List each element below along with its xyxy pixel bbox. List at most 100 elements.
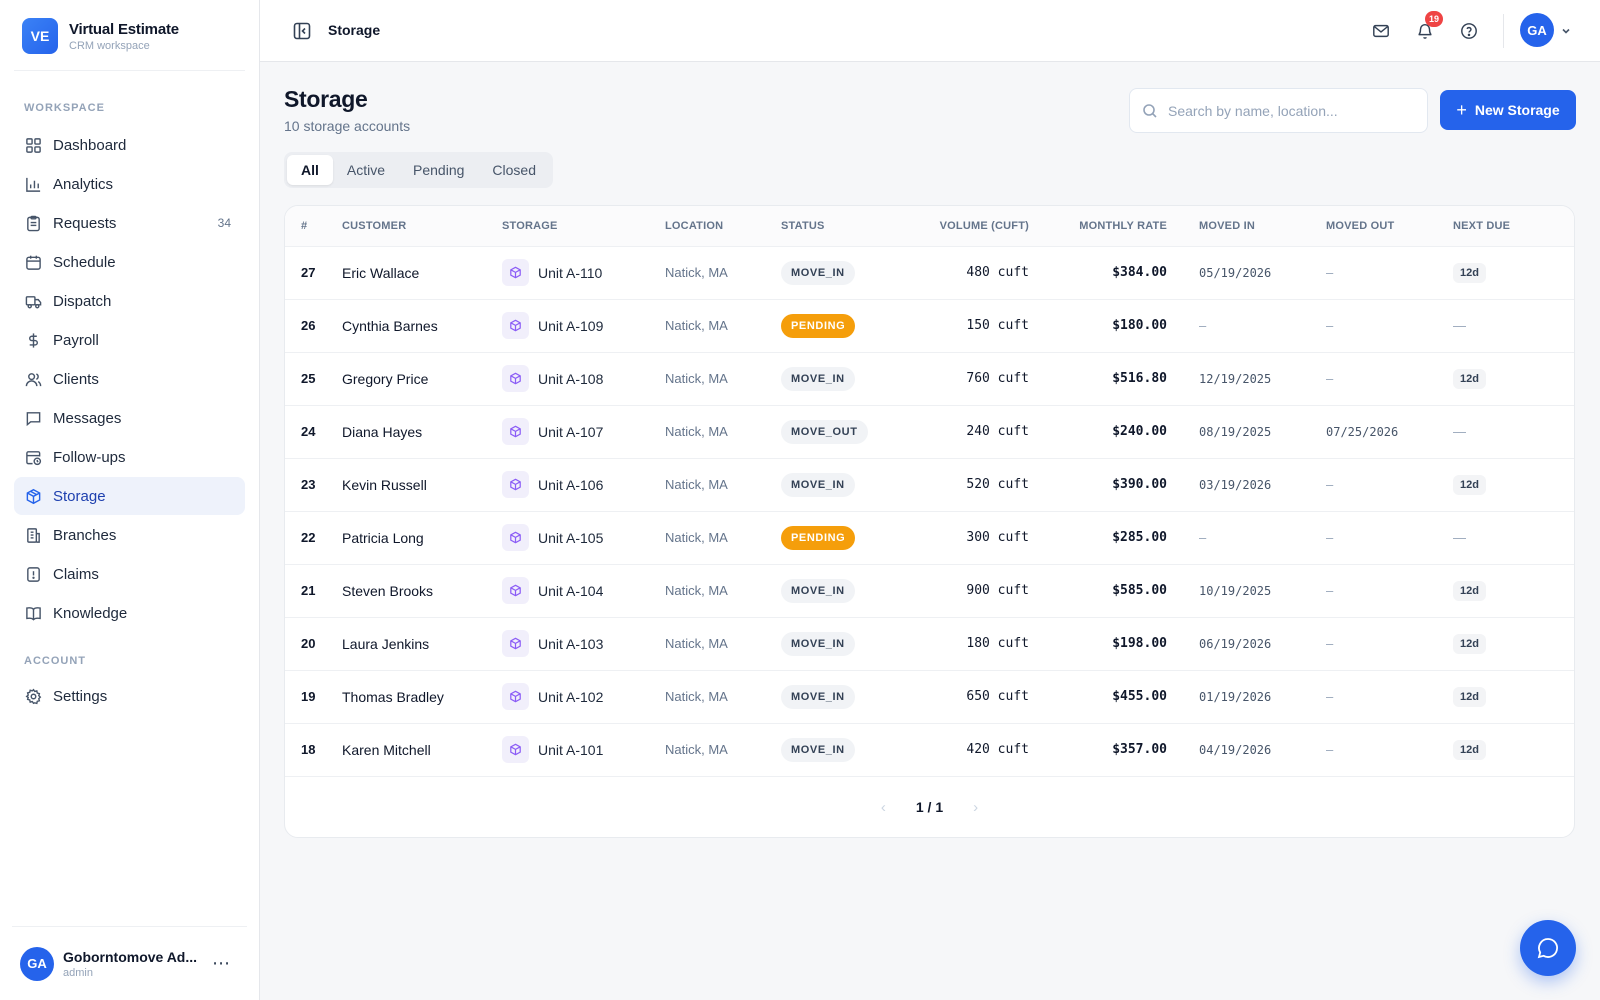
sidebar-account-nav: Settings (14, 677, 245, 716)
row-id: 24 (301, 424, 316, 439)
storage-unit-label: Unit A-107 (538, 423, 604, 440)
monthly-rate: $357.00 (1112, 742, 1167, 757)
mail-icon[interactable] (1370, 20, 1392, 42)
table-row[interactable]: 26 Cynthia Barnes Unit A-109 Natick, MA PEND… (285, 299, 1574, 352)
status-tabs: All Active Pending Closed (284, 152, 553, 188)
sidebar-item-claims[interactable]: Claims (14, 555, 245, 593)
sidebar-item-analytics[interactable]: Analytics (14, 165, 245, 203)
sidebar-item-label: Requests (53, 214, 117, 232)
more-icon[interactable]: ⋯ (212, 953, 231, 974)
table-row[interactable]: 21 Steven Brooks Unit A-104 Natick, MA MOVE_… (285, 564, 1574, 617)
sidebar-item-messages[interactable]: Messages (14, 399, 245, 437)
column-header[interactable]: STORAGE (502, 206, 665, 247)
customer-name[interactable]: Thomas Bradley (342, 670, 502, 723)
topbar: Storage 19 GA (260, 0, 1600, 62)
customer-name[interactable]: Gregory Price (342, 352, 502, 405)
table-row[interactable]: 18 Karen Mitchell Unit A-101 Natick, MA MOVE… (285, 723, 1574, 776)
monthly-rate: $240.00 (1112, 424, 1167, 439)
next-due-cell: 12d (1453, 617, 1574, 670)
moved-in-date: 12/19/2025 (1199, 371, 1272, 386)
moved-in-date: 06/19/2026 (1199, 636, 1272, 651)
table-row[interactable]: 27 Eric Wallace Unit A-110 Natick, MA MOVE_I… (285, 246, 1574, 299)
tab-active[interactable]: Active (333, 155, 399, 185)
location: Natick, MA (665, 371, 728, 386)
table-row[interactable]: 23 Kevin Russell Unit A-106 Natick, MA MOVE_… (285, 458, 1574, 511)
status-cell: MOVE_IN (781, 723, 928, 776)
chevron-down-icon[interactable] (1560, 24, 1572, 36)
sidebar-toggle-icon[interactable] (292, 21, 312, 41)
moved-out-date: 07/25/2026 (1326, 424, 1399, 439)
sidebar-item-follow-ups[interactable]: Follow-ups (14, 438, 245, 476)
sidebar-item-payroll[interactable]: Payroll (14, 321, 245, 359)
storage-unit-label: Unit A-103 (538, 635, 604, 652)
customer-name[interactable]: Patricia Long (342, 511, 502, 564)
new-storage-button[interactable]: + New Storage (1440, 90, 1576, 130)
search-input[interactable] (1168, 102, 1408, 119)
customer-name[interactable]: Steven Brooks (342, 564, 502, 617)
column-header[interactable]: # (285, 206, 342, 247)
column-header[interactable]: CUSTOMER (342, 206, 502, 247)
sidebar-item-schedule[interactable]: Schedule (14, 243, 245, 281)
moved-out-date: — (1326, 583, 1334, 598)
pagination: ‹ 1 / 1 › (285, 777, 1574, 837)
row-id: 20 (301, 636, 316, 651)
sidebar-item-label: Branches (53, 526, 117, 544)
customer-name[interactable]: Laura Jenkins (342, 617, 502, 670)
tab-pending[interactable]: Pending (399, 155, 478, 185)
chat-button[interactable] (1520, 920, 1576, 976)
status-badge: PENDING (781, 313, 856, 338)
table-row[interactable]: 19 Thomas Bradley Unit A-102 Natick, MA MOVE… (285, 670, 1574, 723)
sidebar-item-clients[interactable]: Clients (14, 360, 245, 398)
bell-icon[interactable]: 19 (1414, 11, 1443, 42)
storage-table: # CUSTOMER STORAGE LOCATION STATUS VOLUME (CU… (285, 206, 1574, 777)
divider (1503, 14, 1504, 48)
help-icon[interactable] (1458, 20, 1480, 42)
column-header[interactable]: NEXT DUE (1453, 206, 1574, 247)
sidebar-item-storage[interactable]: Storage (14, 477, 245, 515)
customer-name[interactable]: Diana Hayes (342, 405, 502, 458)
moved-out-date: — (1326, 318, 1334, 333)
box-icon (502, 524, 529, 551)
volume: 300 cuft (966, 530, 1029, 545)
user-card[interactable]: GA Goborntomove Ad... admin ⋯ (12, 926, 247, 1000)
brand[interactable]: VE Virtual Estimate CRM workspace (22, 18, 179, 54)
table-row[interactable]: 25 Gregory Price Unit A-108 Natick, MA MOVE_… (285, 352, 1574, 405)
box-icon (502, 736, 529, 763)
tab-closed[interactable]: Closed (478, 155, 550, 185)
table-row[interactable]: 24 Diana Hayes Unit A-107 Natick, MA MOVE_OU… (285, 405, 1574, 458)
status-badge: MOVE_IN (781, 631, 855, 656)
user-avatar[interactable]: GA (1520, 13, 1554, 47)
search-box[interactable] (1129, 88, 1428, 133)
sidebar-item-requests[interactable]: Requests 34 (14, 204, 245, 242)
next-page-button[interactable]: › (973, 799, 978, 816)
status-badge: MOVE_IN (781, 472, 855, 497)
analytics-icon (24, 175, 42, 193)
storage-cell: Unit A-108 (502, 352, 665, 405)
customer-name[interactable]: Cynthia Barnes (342, 299, 502, 352)
tab-all[interactable]: All (287, 155, 333, 185)
sidebar-item-knowledge[interactable]: Knowledge (14, 594, 245, 632)
customer-name[interactable]: Eric Wallace (342, 246, 502, 299)
column-header[interactable]: MONTHLY RATE (1057, 206, 1199, 247)
column-header[interactable]: STATUS (781, 206, 928, 247)
sidebar-item-dashboard[interactable]: Dashboard (14, 126, 245, 164)
monthly-rate: $180.00 (1112, 318, 1167, 333)
sidebar-item-branches[interactable]: Branches (14, 516, 245, 554)
volume: 240 cuft (966, 424, 1029, 439)
sidebar-item-label: Claims (53, 565, 99, 583)
column-header[interactable]: MOVED IN (1199, 206, 1326, 247)
table-row[interactable]: 22 Patricia Long Unit A-105 Natick, MA PENDI… (285, 511, 1574, 564)
sidebar-item-dispatch[interactable]: Dispatch (14, 282, 245, 320)
row-id: 21 (301, 583, 316, 598)
column-header[interactable]: LOCATION (665, 206, 781, 247)
table-row[interactable]: 20 Laura Jenkins Unit A-103 Natick, MA MOVE_… (285, 617, 1574, 670)
storage-unit: Unit A-109 (502, 312, 665, 339)
sidebar-item-settings[interactable]: Settings (14, 677, 245, 715)
prev-page-button[interactable]: ‹ (881, 799, 886, 816)
customer-name[interactable]: Karen Mitchell (342, 723, 502, 776)
notification-badge: 19 (1425, 11, 1443, 27)
column-header[interactable]: VOLUME (CUFT) (928, 206, 1057, 247)
customer-name[interactable]: Kevin Russell (342, 458, 502, 511)
next-due-cell: 12d (1453, 246, 1574, 299)
column-header[interactable]: MOVED OUT (1326, 206, 1453, 247)
